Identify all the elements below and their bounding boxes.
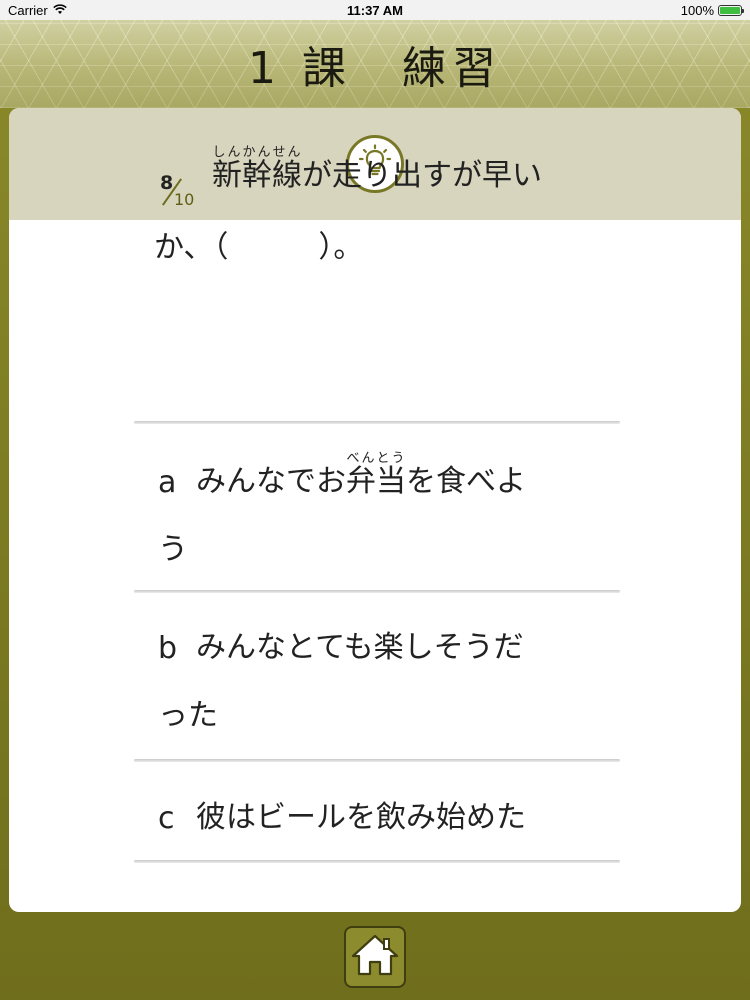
option-a-line-2: う — [134, 500, 620, 568]
header-bar: 1 課 練習 — [0, 20, 750, 108]
option-c-line-1: c 彼はビールを飲み始めた — [134, 768, 620, 836]
option-c[interactable]: c 彼はビールを飲み始めた — [134, 768, 620, 836]
option-text: 彼はビールを飲み始めた — [196, 800, 526, 835]
option-text: みんなでお — [196, 464, 346, 499]
option-text: みんなとても楽しそうだ — [196, 630, 524, 665]
battery-level — [720, 6, 740, 14]
divider — [134, 421, 620, 424]
option-letter: c — [158, 801, 175, 836]
page-title: 1 課 練習 — [248, 43, 502, 94]
option-text-line2: う — [158, 532, 188, 567]
option-text-rest: を食べよ — [406, 464, 526, 499]
ruby-base: 弁当 — [346, 464, 406, 499]
option-text-line2: った — [158, 698, 218, 733]
option-a[interactable]: a みんなでお 弁当べんとう を食べよ う — [134, 432, 620, 568]
question-line-2: か、（ ）。 — [134, 212, 614, 284]
question-line-1: 8 10 新幹線しんかんせん が走り出すが早い — [134, 140, 614, 212]
ruby-reading: べんとう — [346, 451, 406, 466]
divider — [134, 590, 620, 593]
question-text: 8 10 新幹線しんかんせん が走り出すが早い か、（ ）。 — [134, 140, 614, 284]
option-a-line-1: a みんなでお 弁当べんとう を食べよ — [134, 432, 620, 500]
battery-info: 100% — [680, 2, 744, 18]
home-button[interactable] — [344, 926, 406, 988]
app-screen: Carrier 11:37 AM 100% 1 課 練習 8 10 新幹線しんか… — [0, 0, 750, 1000]
divider — [134, 759, 620, 762]
option-letter: b — [158, 631, 178, 666]
carrier-label: Carrier — [8, 2, 48, 18]
status-bar: Carrier 11:37 AM 100% — [0, 0, 750, 20]
ruby-reading: しんかんせん — [212, 145, 302, 160]
ruby-base: 新幹線 — [212, 158, 302, 193]
status-time: 11:37 AM — [347, 2, 403, 18]
option-b-line-1: b みんなとても楽しそうだ — [134, 598, 620, 666]
question-blank-line: か、（ ）。 — [154, 230, 364, 265]
wifi-icon — [52, 3, 67, 18]
option-b[interactable]: b みんなとても楽しそうだ った — [134, 598, 620, 734]
home-icon — [350, 932, 400, 982]
carrier-info: Carrier — [8, 3, 67, 18]
furigana-shinkansen: 新幹線しんかんせん — [212, 140, 302, 212]
battery-icon — [718, 4, 744, 16]
divider — [134, 860, 620, 863]
battery-percent: 100% — [680, 2, 714, 18]
question-text-rest: が走り出すが早い — [302, 158, 542, 193]
progress-total: 10 — [174, 190, 195, 209]
option-letter: a — [158, 465, 177, 500]
furigana-bentou: 弁当べんとう — [346, 451, 406, 500]
option-b-line-2: った — [134, 666, 620, 734]
progress-indicator: 8 10 — [154, 172, 200, 212]
